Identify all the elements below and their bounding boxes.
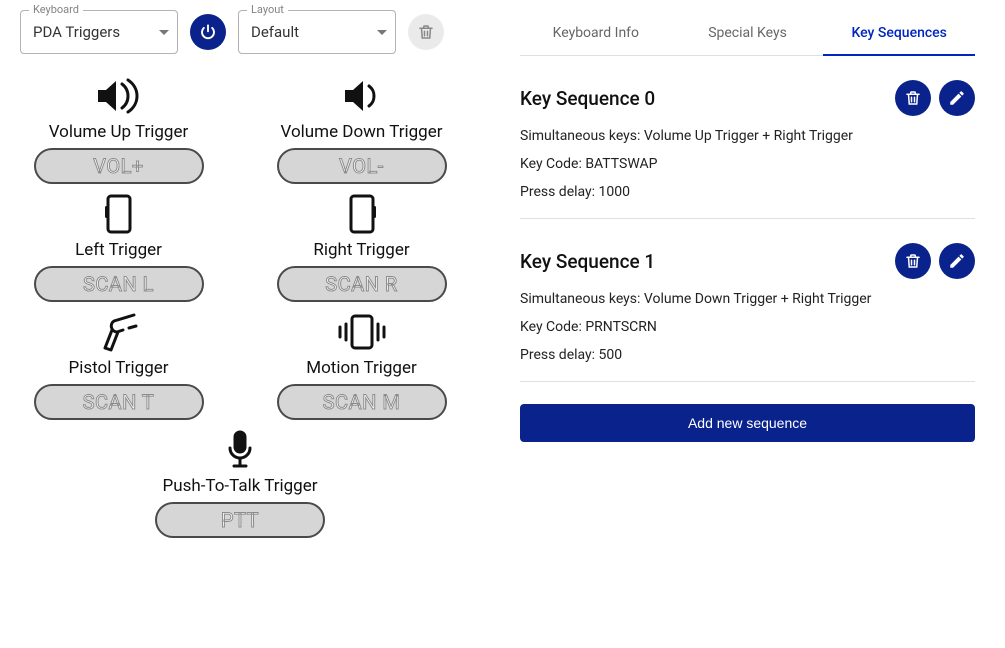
trigger-grid: Volume Up Trigger VOL+ Volume Down Trigg… — [20, 70, 460, 538]
sequence-actions — [895, 80, 975, 116]
sequence-simkeys-label: Simultaneous keys: — [520, 128, 644, 144]
tab-key-sequences[interactable]: Key Sequences — [823, 10, 975, 55]
trigger-row: Push-To-Talk Trigger PTT — [20, 428, 460, 538]
sequence-title: Key Sequence 1 — [520, 250, 895, 273]
power-icon — [199, 23, 217, 41]
top-row: Keyboard PDA Triggers Layout Default — [20, 10, 460, 54]
sequence-header: Key Sequence 0 — [520, 80, 975, 116]
layout-select[interactable]: Layout Default — [238, 10, 396, 54]
trigger-right: Right Trigger SCAN R — [263, 192, 460, 302]
edit-sequence-button[interactable] — [939, 243, 975, 279]
keyboard-select-value: PDA Triggers — [33, 23, 120, 41]
trash-icon — [904, 89, 922, 107]
trigger-key-button[interactable]: PTT — [155, 502, 325, 538]
trigger-key-text: SCAN L — [83, 272, 154, 296]
trigger-row: Pistol Trigger SCAN T Motion Trigger — [20, 310, 460, 420]
edit-sequence-button[interactable] — [939, 80, 975, 116]
sequence-simkeys: Simultaneous keys: Volume Down Trigger +… — [520, 291, 975, 307]
trigger-key-button[interactable]: SCAN T — [34, 384, 204, 420]
tabs: Keyboard Info Special Keys Key Sequences — [520, 10, 975, 56]
vibrate-icon — [334, 310, 390, 354]
sequence-delay: Press delay: 500 — [520, 347, 975, 363]
trigger-key-button[interactable]: SCAN M — [277, 384, 447, 420]
trigger-label: Pistol Trigger — [68, 358, 168, 378]
layout-select-value: Default — [251, 23, 299, 41]
device-right-icon — [345, 192, 379, 236]
chevron-down-icon — [159, 30, 169, 35]
trigger-label: Motion Trigger — [306, 358, 416, 378]
sequence-actions — [895, 243, 975, 279]
chevron-down-icon — [377, 30, 387, 35]
trigger-motion: Motion Trigger SCAN M — [263, 310, 460, 420]
volume-down-icon — [337, 74, 387, 118]
volume-up-icon — [90, 74, 148, 118]
sequence-delay: Press delay: 1000 — [520, 184, 975, 200]
power-button[interactable] — [190, 14, 226, 50]
trigger-row: Left Trigger SCAN L Right Trigger — [20, 192, 460, 302]
trigger-key-text: VOL+ — [93, 154, 144, 178]
trigger-label: Volume Down Trigger — [281, 122, 443, 142]
trigger-key-button[interactable]: SCAN R — [277, 266, 447, 302]
tab-keyboard-info[interactable]: Keyboard Info — [520, 10, 672, 55]
sequence-keycode: Key Code: PRNTSCRN — [520, 319, 975, 335]
trash-icon — [417, 23, 435, 41]
pencil-icon — [948, 89, 966, 107]
trigger-pistol: Pistol Trigger SCAN T — [20, 310, 217, 420]
device-left-icon — [102, 192, 136, 236]
trigger-ptt: Push-To-Talk Trigger PTT — [140, 428, 340, 538]
scanner-icon — [96, 310, 142, 354]
trigger-label: Right Trigger — [313, 240, 409, 260]
sequence-keycode-label: Key Code: — [520, 319, 585, 335]
delete-sequence-button[interactable] — [895, 243, 931, 279]
trigger-volume-down: Volume Down Trigger VOL- — [263, 74, 460, 184]
trigger-key-button[interactable]: VOL+ — [34, 148, 204, 184]
trigger-label: Left Trigger — [75, 240, 162, 260]
pencil-icon — [948, 252, 966, 270]
keyboard-select[interactable]: Keyboard PDA Triggers — [20, 10, 178, 54]
sequence-simkeys-label: Simultaneous keys: — [520, 291, 644, 307]
delete-layout-button[interactable] — [408, 14, 444, 50]
trigger-key-button[interactable]: VOL- — [277, 148, 447, 184]
sequence-card: Key Sequence 0 Simultaneous keys: — [520, 56, 975, 219]
layout-select-label: Layout — [247, 3, 288, 16]
app-root: Keyboard PDA Triggers Layout Default — [0, 0, 1005, 648]
sequence-card: Key Sequence 1 Simultaneous keys: — [520, 219, 975, 382]
delete-sequence-button[interactable] — [895, 80, 931, 116]
sequence-simkeys-value: Volume Down Trigger + Right Trigger — [644, 291, 872, 307]
sequence-keycode-value: BATTSWAP — [585, 156, 657, 172]
sequence-title: Key Sequence 0 — [520, 87, 895, 110]
sequence-delay-value: 500 — [599, 347, 623, 363]
trigger-key-button[interactable]: SCAN L — [34, 266, 204, 302]
sequence-delay-label: Press delay: — [520, 347, 599, 363]
sequence-delay-label: Press delay: — [520, 184, 599, 200]
add-sequence-button[interactable]: Add new sequence — [520, 404, 975, 442]
left-pane: Keyboard PDA Triggers Layout Default — [0, 0, 470, 648]
trigger-key-text: SCAN R — [325, 272, 398, 296]
sequence-keycode-value: PRNTSCRN — [585, 319, 657, 335]
trigger-label: Volume Up Trigger — [49, 122, 189, 142]
trigger-row: Volume Up Trigger VOL+ Volume Down Trigg… — [20, 74, 460, 184]
keyboard-select-label: Keyboard — [29, 3, 83, 16]
right-pane: Keyboard Info Special Keys Key Sequences… — [470, 0, 1005, 648]
sequence-keycode-label: Key Code: — [520, 156, 585, 172]
trash-icon — [904, 252, 922, 270]
trigger-label: Push-To-Talk Trigger — [162, 476, 317, 496]
trigger-key-text: VOL- — [339, 154, 384, 178]
mic-icon — [225, 428, 255, 472]
trigger-key-text: SCAN M — [323, 390, 401, 414]
sequence-header: Key Sequence 1 — [520, 243, 975, 279]
trigger-left: Left Trigger SCAN L — [20, 192, 217, 302]
trigger-volume-up: Volume Up Trigger VOL+ — [20, 74, 217, 184]
tab-special-keys[interactable]: Special Keys — [672, 10, 824, 55]
trigger-key-text: SCAN T — [83, 390, 155, 414]
trigger-key-text: PTT — [221, 508, 259, 532]
sequence-keycode: Key Code: BATTSWAP — [520, 156, 975, 172]
sequence-delay-value: 1000 — [599, 184, 630, 200]
sequence-simkeys-value: Volume Up Trigger + Right Trigger — [644, 128, 853, 144]
sequence-simkeys: Simultaneous keys: Volume Up Trigger + R… — [520, 128, 975, 144]
